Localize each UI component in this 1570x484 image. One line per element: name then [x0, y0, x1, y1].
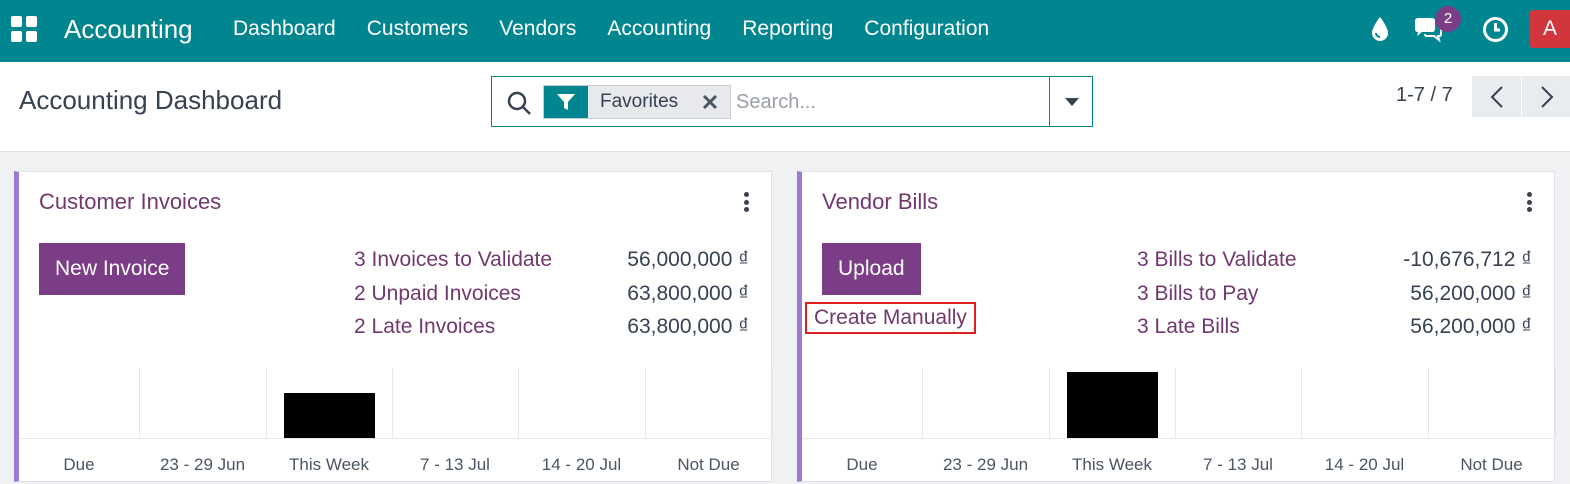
stat-value: 63,800,000 ₫ [627, 315, 749, 338]
grid-line [1555, 368, 1556, 438]
graph-x-label: 7 - 13 Jul [1203, 455, 1273, 474]
chat-badge: 2 [1435, 6, 1461, 32]
stat-value: 56,000,000 ₫ [627, 248, 749, 271]
grid-line [1428, 368, 1429, 438]
graph-baseline [19, 438, 772, 439]
stat-late-invoices[interactable]: 2 Late Invoices [354, 315, 495, 339]
chevron-right-icon [1540, 85, 1553, 108]
main-menu: Dashboard Customers Vendors Accounting R… [233, 17, 1020, 41]
stat-value: 56,200,000 ₫ [1410, 282, 1532, 305]
stat-unpaid-invoices[interactable]: 2 Unpaid Invoices [354, 282, 521, 306]
kebab-menu-icon[interactable] [1526, 192, 1532, 212]
caret-down-icon [1064, 97, 1079, 106]
graph-x-label: Not Due [1460, 455, 1523, 474]
graph-bar[interactable] [283, 393, 375, 438]
card-title[interactable]: Vendor Bills [822, 189, 938, 215]
graph-x-label: Due [846, 455, 878, 474]
graph-x-label: 7 - 13 Jul [420, 455, 490, 474]
grid-line [1049, 368, 1050, 438]
page-title: Accounting Dashboard [19, 85, 283, 115]
grid-line [772, 368, 773, 438]
stat-bills-to-validate[interactable]: 3 Bills to Validate [1137, 248, 1297, 272]
top-navbar: Accounting Dashboard Customers Vendors A… [0, 0, 1570, 62]
stat-late-bills[interactable]: 3 Late Bills [1137, 315, 1240, 339]
grid-line [1175, 368, 1176, 438]
menu-customers[interactable]: Customers [367, 17, 469, 41]
stat-value: -10,676,712 ₫ [1403, 248, 1532, 271]
search-options-toggle[interactable] [1049, 77, 1093, 126]
customer-invoices-card: Customer Invoices New Invoice 3 Invoices… [14, 171, 773, 482]
graph-x-label: 23 - 29 Jun [159, 455, 246, 474]
app-title[interactable]: Accounting [64, 14, 193, 45]
menu-accounting[interactable]: Accounting [607, 17, 711, 41]
pager-previous-button[interactable] [1472, 76, 1521, 117]
new-invoice-button[interactable]: New Invoice [39, 243, 186, 295]
graph-x-label: 14 - 20 Jul [1324, 455, 1405, 474]
grid-line [645, 368, 646, 438]
stat-invoices-to-validate[interactable]: 3 Invoices to Validate [354, 248, 552, 272]
grid-line [922, 368, 923, 438]
filter-icon [544, 86, 588, 118]
create-manually-link[interactable]: Create Manually [805, 302, 976, 334]
search-icon[interactable] [506, 90, 532, 116]
grid-line [392, 368, 393, 438]
search-input[interactable] [736, 87, 1036, 117]
graph-baseline [802, 438, 1555, 439]
graph-x-label: Due [63, 455, 95, 474]
facet-remove-icon[interactable] [690, 86, 731, 118]
upload-button[interactable]: Upload [822, 243, 921, 295]
pager-value[interactable]: 1-7 / 7 [1396, 84, 1453, 107]
graph-x-label: This Week [289, 455, 369, 474]
kebab-menu-icon[interactable] [743, 192, 749, 212]
menu-vendors[interactable]: Vendors [499, 17, 576, 41]
facet-label: Favorites [588, 86, 691, 118]
user-avatar[interactable]: A [1530, 10, 1570, 48]
card-title[interactable]: Customer Invoices [39, 189, 221, 215]
droplet-icon[interactable] [1370, 16, 1390, 42]
invoice-graph[interactable]: Due 23 - 29 Jun This Week 7 - 13 Jul 14 - 20… [19, 368, 773, 482]
grid-line [1301, 368, 1302, 438]
pager-next-button[interactable] [1522, 76, 1570, 117]
graph-x-label: 23 - 29 Jun [942, 455, 1029, 474]
favorites-facet: Favorites [543, 85, 732, 119]
control-panel: Accounting Dashboard Favorites 1-7 / 7 [0, 62, 1570, 152]
graph-x-label: 14 - 20 Jul [541, 455, 622, 474]
bills-graph[interactable]: Due 23 - 29 Jun This Week 7 - 13 Jul 14 - 20… [802, 368, 1556, 482]
chevron-left-icon [1490, 85, 1503, 108]
graph-x-label: Not Due [677, 455, 740, 474]
menu-reporting[interactable]: Reporting [742, 17, 833, 41]
grid-line [139, 368, 140, 438]
graph-bar[interactable] [1066, 372, 1158, 438]
vendor-bills-card: Vendor Bills Upload Create Manually 3 Bi… [797, 171, 1556, 482]
stat-bills-to-pay[interactable]: 3 Bills to Pay [1137, 282, 1258, 306]
clock-icon[interactable] [1482, 16, 1509, 43]
menu-configuration[interactable]: Configuration [864, 17, 989, 41]
apps-grid-icon[interactable] [11, 16, 37, 42]
graph-x-label: This Week [1072, 455, 1152, 474]
stat-value: 63,800,000 ₫ [627, 282, 749, 305]
menu-dashboard[interactable]: Dashboard [233, 17, 336, 41]
grid-line [518, 368, 519, 438]
search-box: Favorites [491, 76, 1093, 127]
grid-line [266, 368, 267, 438]
stat-value: 56,200,000 ₫ [1410, 315, 1532, 338]
